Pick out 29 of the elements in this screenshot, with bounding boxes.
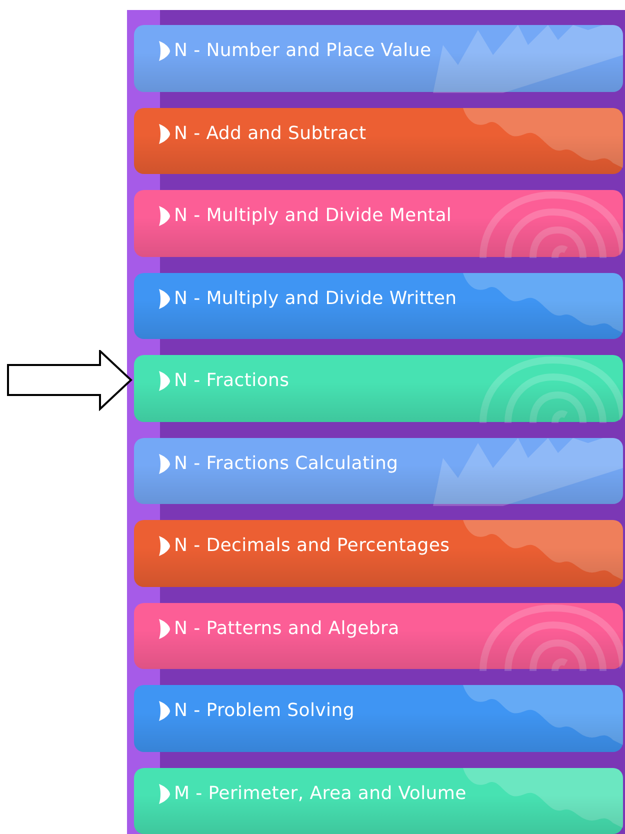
caret-icon [158,124,170,144]
caret-icon [158,206,170,226]
topic-item[interactable]: N - Multiply and Divide Mental [134,190,623,256]
caret-icon [158,701,170,721]
caret-icon [158,784,170,804]
caret-icon [158,618,170,638]
caret-icon [158,454,170,474]
topic-item[interactable]: N - Fractions Calculating [134,438,623,504]
topic-item[interactable]: N - Problem Solving [134,685,623,752]
topic-label: M - Perimeter, Area and Volume [174,782,466,806]
topic-label: N - Fractions Calculating [174,452,398,476]
topic-item[interactable]: N - Number and Place Value [134,25,623,92]
topic-label: N - Patterns and Algebra [174,616,400,640]
topic-item[interactable]: N - Multiply and Divide Written [134,272,623,339]
caret-icon [158,41,170,61]
topic-label: N - Problem Solving [174,699,354,723]
topic-label: N - Multiply and Divide Written [174,286,457,310]
topic-label: N - Add and Subtract [174,122,366,146]
caret-icon [158,371,170,391]
caret-icon [158,536,170,556]
topic-label: N - Decimals and Percentages [174,534,450,558]
topic-item[interactable]: N - Add and Subtract [134,108,623,174]
topic-item[interactable]: N - Decimals and Percentages [134,520,623,586]
topic-item[interactable]: M - Perimeter, Area and Volume [134,768,623,834]
topic-label: N - Multiply and Divide Mental [174,204,452,228]
topic-label: N - Number and Place Value [174,39,432,63]
topic-item[interactable]: N - Patterns and Algebra [134,602,623,669]
caret-icon [158,288,170,308]
topic-label: N - Fractions [174,369,290,393]
